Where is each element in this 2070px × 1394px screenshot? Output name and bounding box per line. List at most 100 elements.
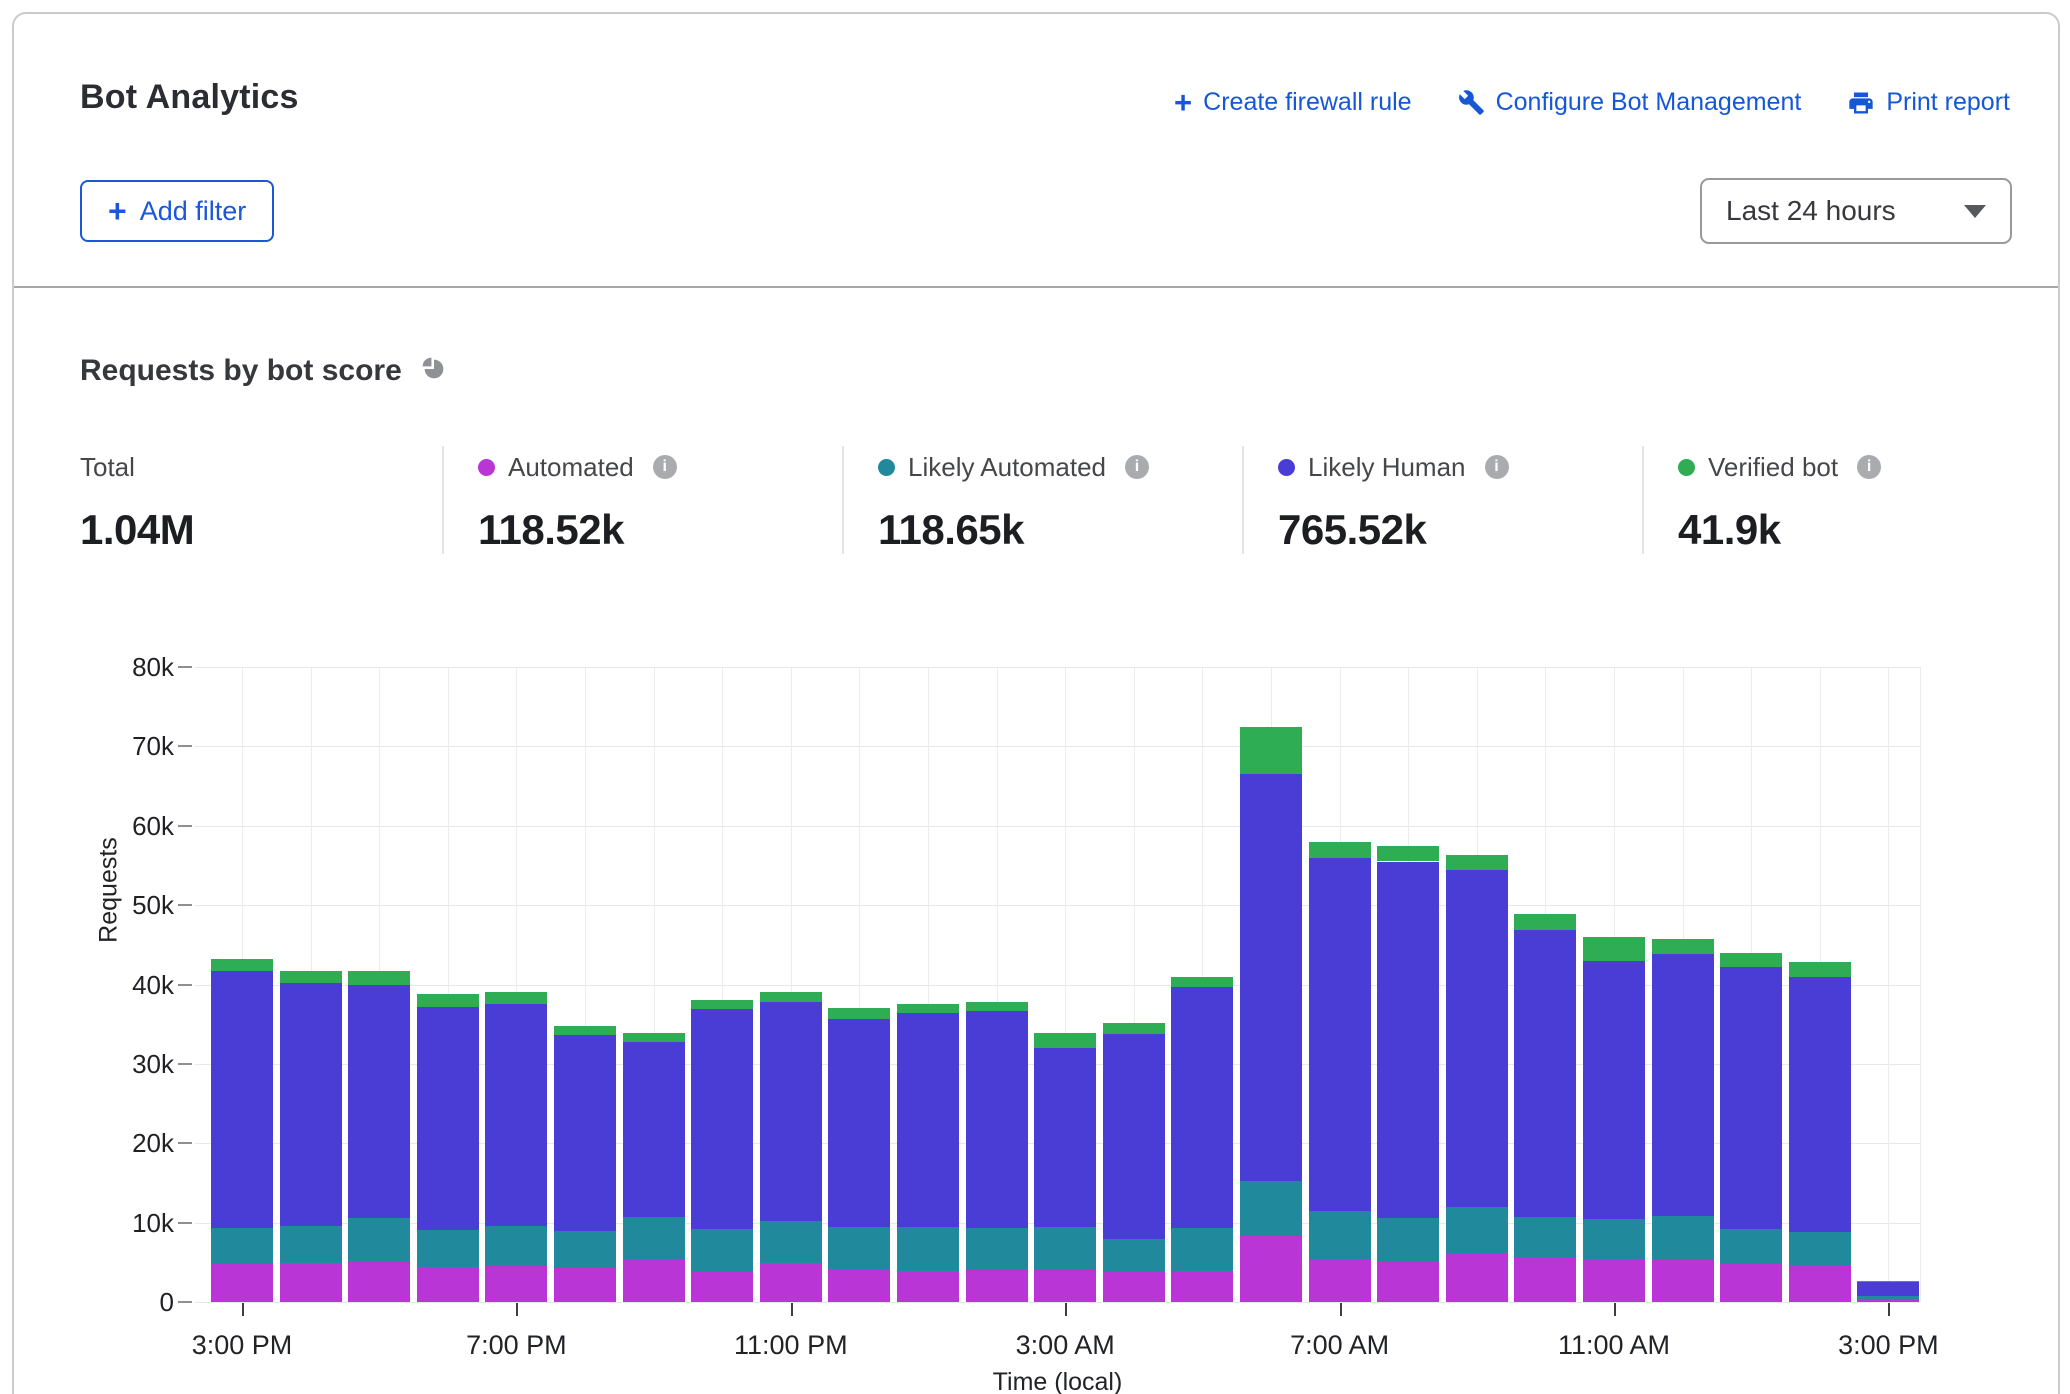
bar-segment bbox=[1034, 1033, 1096, 1048]
bar-segment bbox=[1309, 842, 1371, 857]
bar-segment bbox=[554, 1231, 616, 1268]
bar-segment bbox=[1652, 1216, 1714, 1260]
bar bbox=[1309, 842, 1371, 1302]
x-tick-label: 3:00 PM bbox=[1788, 1330, 1988, 1361]
bar-segment bbox=[1446, 1253, 1508, 1302]
print-report-link[interactable]: Print report bbox=[1847, 88, 2010, 117]
add-filter-label: Add filter bbox=[140, 196, 247, 227]
header-actions: + Create firewall rule Configure Bot Man… bbox=[1174, 88, 2010, 117]
bar bbox=[1446, 855, 1508, 1302]
bar-segment bbox=[485, 992, 547, 1004]
bar-segment bbox=[1034, 1227, 1096, 1271]
bar-segment bbox=[1514, 930, 1576, 1217]
bar-segment bbox=[554, 1026, 616, 1036]
bar-segment bbox=[1171, 1228, 1233, 1271]
bar-segment bbox=[211, 971, 273, 1228]
bar-segment bbox=[966, 1011, 1028, 1228]
chevron-down-icon bbox=[1964, 205, 1986, 218]
bar-segment bbox=[1720, 1264, 1782, 1302]
bar-segment bbox=[485, 1266, 547, 1302]
bar-segment bbox=[897, 1271, 959, 1302]
time-range-select[interactable]: Last 24 hours bbox=[1700, 178, 2012, 244]
bar-segment bbox=[623, 1042, 685, 1217]
y-tick-label: 60k bbox=[24, 811, 174, 842]
stats-row: Total 1.04M Automated i 118.52k Likely A… bbox=[80, 446, 2042, 554]
section-title: Requests by bot score bbox=[80, 354, 402, 388]
bar-segment bbox=[417, 1267, 479, 1302]
print-report-label: Print report bbox=[1886, 88, 2010, 117]
bar-segment bbox=[1857, 1281, 1919, 1282]
bar-segment bbox=[485, 1226, 547, 1266]
bar-segment bbox=[897, 1004, 959, 1014]
create-firewall-rule-link[interactable]: + Create firewall rule bbox=[1174, 88, 1412, 117]
bar-segment bbox=[828, 1269, 890, 1302]
x-tick-label: 7:00 AM bbox=[1240, 1330, 1440, 1361]
bar-segment bbox=[966, 1002, 1028, 1011]
bar-segment bbox=[623, 1217, 685, 1259]
bar bbox=[485, 992, 547, 1302]
bar bbox=[1171, 977, 1233, 1302]
y-tick-mark bbox=[178, 1142, 192, 1144]
bar-segment bbox=[348, 985, 410, 1218]
bar-segment bbox=[1171, 987, 1233, 1228]
bar bbox=[211, 959, 273, 1302]
bar-segment bbox=[1103, 1272, 1165, 1302]
bar-segment bbox=[1789, 977, 1851, 1232]
bar-segment bbox=[897, 1013, 959, 1227]
bar-segment bbox=[1240, 1181, 1302, 1237]
y-tick-mark bbox=[178, 1222, 192, 1224]
bar-segment bbox=[1720, 967, 1782, 1229]
x-tick-mark bbox=[1340, 1303, 1342, 1316]
bar-segment bbox=[1446, 855, 1508, 870]
add-filter-button[interactable]: + Add filter bbox=[80, 180, 274, 242]
y-tick-label: 50k bbox=[24, 890, 174, 921]
x-tick-mark bbox=[516, 1303, 518, 1316]
bar-segment bbox=[280, 983, 342, 1226]
bar-segment bbox=[554, 1268, 616, 1302]
time-range-value: Last 24 hours bbox=[1726, 195, 1896, 227]
bar-segment bbox=[554, 1035, 616, 1231]
bar-segment bbox=[1240, 774, 1302, 1180]
plot-right-edge bbox=[1920, 667, 1921, 1302]
stat-total: Total 1.04M bbox=[80, 446, 442, 554]
bar-segment bbox=[417, 1007, 479, 1230]
bot-analytics-card: Bot Analytics + Create firewall rule Con… bbox=[12, 12, 2060, 1394]
y-tick-mark bbox=[178, 825, 192, 827]
bar-segment bbox=[1377, 1262, 1439, 1302]
stat-likely-automated: Likely Automated i 118.65k bbox=[842, 446, 1242, 554]
bar-segment bbox=[348, 1218, 410, 1262]
bar-segment bbox=[1103, 1023, 1165, 1033]
bar bbox=[1652, 939, 1714, 1302]
bar-segment bbox=[1309, 858, 1371, 1211]
bar-segment bbox=[760, 1002, 822, 1221]
info-icon[interactable]: i bbox=[1125, 455, 1149, 479]
bar-segment bbox=[828, 1019, 890, 1227]
bar bbox=[1034, 1033, 1096, 1302]
bar bbox=[760, 992, 822, 1302]
pie-chart-icon bbox=[420, 355, 447, 387]
wrench-icon bbox=[1458, 89, 1485, 116]
bar-segment bbox=[1652, 954, 1714, 1216]
bar bbox=[1789, 962, 1851, 1302]
configure-bot-management-link[interactable]: Configure Bot Management bbox=[1458, 88, 1802, 117]
info-icon[interactable]: i bbox=[1485, 455, 1509, 479]
bar-segment bbox=[828, 1008, 890, 1019]
bar-segment bbox=[623, 1259, 685, 1302]
stat-automated: Automated i 118.52k bbox=[442, 446, 842, 554]
bar-segment bbox=[1377, 1218, 1439, 1262]
plus-icon: + bbox=[1174, 92, 1192, 114]
bar-segment bbox=[1309, 1211, 1371, 1259]
stat-label: Likely Automated bbox=[908, 452, 1106, 483]
bar-segment bbox=[1789, 962, 1851, 977]
bar-segment bbox=[1514, 1257, 1576, 1302]
plot-area bbox=[195, 667, 1920, 1302]
bar bbox=[691, 1000, 753, 1302]
bar-segment bbox=[691, 1272, 753, 1302]
bar-segment bbox=[691, 1009, 753, 1229]
x-tick-label: 11:00 PM bbox=[691, 1330, 891, 1361]
info-icon[interactable]: i bbox=[1857, 455, 1881, 479]
bar-segment bbox=[623, 1033, 685, 1043]
bot-analytics-page: Bot Analytics + Create firewall rule Con… bbox=[0, 0, 2070, 1394]
info-icon[interactable]: i bbox=[653, 455, 677, 479]
y-gridline bbox=[195, 667, 1920, 668]
